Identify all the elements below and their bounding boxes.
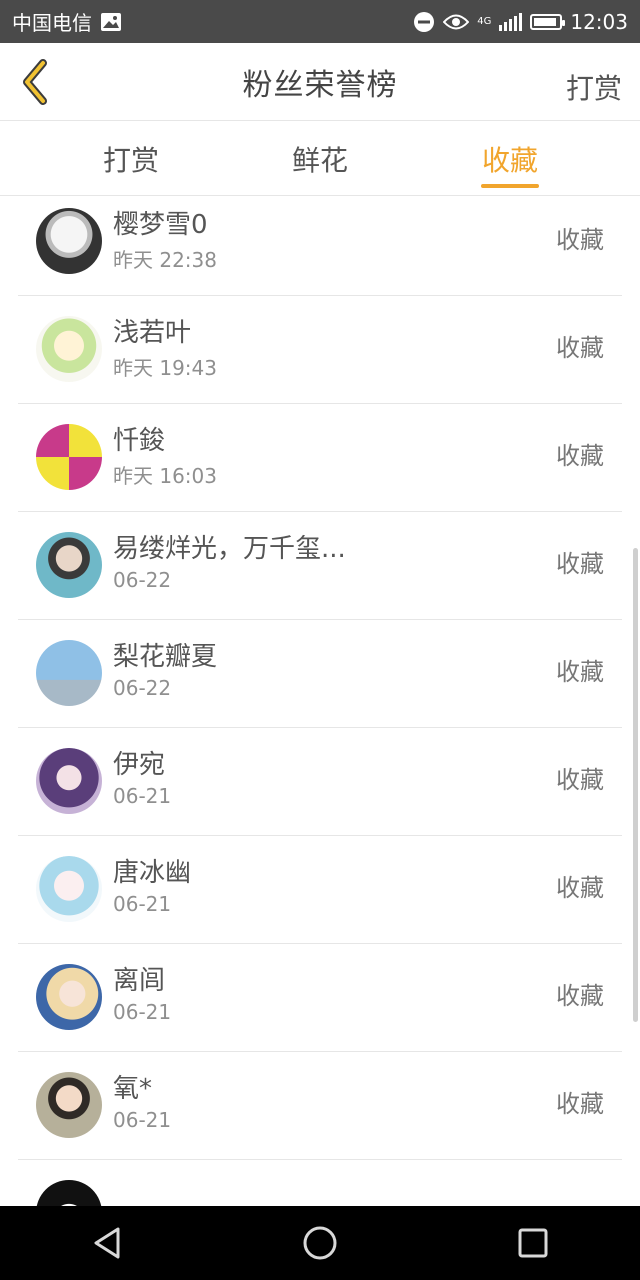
avatar: [36, 1180, 102, 1206]
action-label: 收藏: [556, 658, 604, 686]
action-label: 收藏: [556, 226, 604, 254]
favorite-date: 06-21: [113, 1108, 172, 1132]
reward-button[interactable]: 打赏: [566, 67, 622, 107]
app-header: 粉丝荣誉榜 打赏: [0, 43, 640, 121]
tab-flowers[interactable]: 鲜花: [292, 139, 348, 179]
list-item[interactable]: [18, 1160, 622, 1206]
user-name: 氧*: [113, 1074, 153, 1104]
signal-icon: [499, 12, 523, 31]
user-name: 离闾: [113, 966, 166, 996]
square-recents-icon: [518, 1228, 548, 1258]
favorite-date: 06-21: [113, 892, 172, 916]
user-name: 伊宛: [113, 750, 166, 780]
carrier-label: 中国电信: [12, 11, 92, 35]
do-not-disturb-icon: [413, 11, 435, 33]
avatar: [36, 424, 102, 490]
avatar: [36, 748, 102, 814]
list-item[interactable]: 唐冰幽 06-21 收藏: [18, 836, 622, 944]
avatar: [36, 856, 102, 922]
action-label: 收藏: [556, 442, 604, 470]
list-item[interactable]: 离闾 06-21 收藏: [18, 944, 622, 1052]
page-title: 粉丝荣誉榜: [242, 67, 398, 103]
avatar: [36, 1072, 102, 1138]
list-item[interactable]: 浅若叶 昨天 19:43 收藏: [18, 296, 622, 404]
scrollbar[interactable]: [633, 548, 638, 1022]
favorite-date: 06-21: [113, 784, 172, 808]
avatar: [36, 964, 102, 1030]
list-item[interactable]: 忏鋑 昨天 16:03 收藏: [18, 404, 622, 512]
action-label: 收藏: [556, 766, 604, 794]
status-bar: 中国电信 4G 12:03: [0, 0, 640, 43]
back-nav-button[interactable]: [77, 1213, 137, 1273]
tab-active-indicator: [481, 184, 539, 188]
user-name: 浅若叶: [113, 318, 192, 348]
action-label: 收藏: [556, 1090, 604, 1118]
back-button[interactable]: [14, 59, 54, 105]
clock: 12:03: [570, 9, 628, 34]
user-name: 樱梦雪0: [113, 210, 208, 240]
favorite-date: 06-22: [113, 676, 172, 700]
list-item[interactable]: 伊宛 06-21 收藏: [18, 728, 622, 836]
fan-list[interactable]: 樱梦雪0 昨天 22:38 收藏 浅若叶 昨天 19:43 收藏 忏鋑 昨天 1…: [0, 196, 640, 1206]
image-icon: [100, 12, 122, 32]
system-nav-bar: [0, 1206, 640, 1280]
network-label: 4G: [477, 15, 492, 27]
list-item[interactable]: 梨花瓣夏 06-22 收藏: [18, 620, 622, 728]
battery-icon: [530, 13, 566, 30]
favorite-date: 06-22: [113, 568, 172, 592]
action-label: 收藏: [556, 982, 604, 1010]
user-name: 忏鋑: [113, 426, 166, 456]
favorite-date: 06-21: [113, 1000, 172, 1024]
avatar: [36, 208, 102, 274]
list-item[interactable]: 氧* 06-21 收藏: [18, 1052, 622, 1160]
favorite-date: 昨天 22:38: [113, 248, 217, 272]
circle-home-icon: [303, 1226, 337, 1260]
home-nav-button[interactable]: [290, 1213, 350, 1273]
recents-nav-button[interactable]: [503, 1213, 563, 1273]
user-name: 梨花瓣夏: [113, 642, 218, 672]
favorite-date: 昨天 19:43: [113, 356, 217, 380]
favorite-date: 昨天 16:03: [113, 464, 217, 488]
avatar: [36, 640, 102, 706]
tab-favorites[interactable]: 收藏: [482, 139, 538, 179]
list-item[interactable]: 易缕烊光，万千玺... 06-22 收藏: [18, 512, 622, 620]
action-label: 收藏: [556, 550, 604, 578]
action-label: 收藏: [556, 334, 604, 362]
tab-bar: 打赏 鲜花 收藏: [0, 121, 640, 196]
avatar: [36, 316, 102, 382]
tab-reward[interactable]: 打赏: [103, 139, 159, 179]
avatar: [36, 532, 102, 598]
list-item[interactable]: 樱梦雪0 昨天 22:38 收藏: [18, 196, 622, 296]
network-4g-icon: 4G: [477, 15, 492, 27]
chevron-left-icon: [23, 59, 47, 105]
user-name: 易缕烊光，万千玺...: [113, 534, 346, 564]
user-name: 唐冰幽: [113, 858, 192, 888]
eye-icon: [443, 13, 470, 31]
triangle-back-icon: [94, 1227, 120, 1259]
action-label: 收藏: [556, 874, 604, 902]
